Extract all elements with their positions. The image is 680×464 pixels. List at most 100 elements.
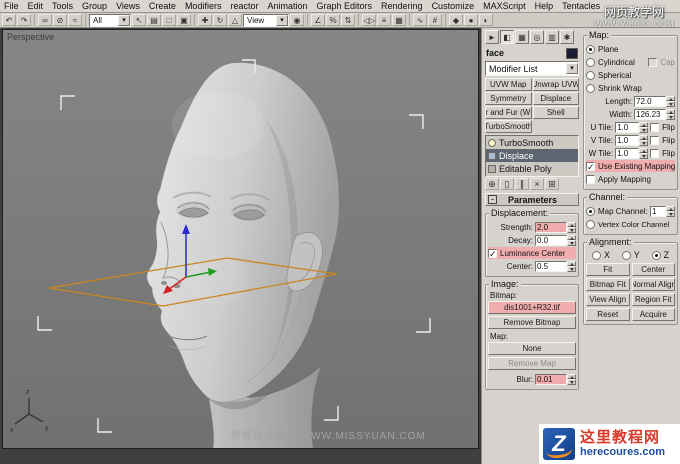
menu-customize[interactable]: Customize [432, 1, 475, 11]
unwrap-uvw-button[interactable]: Unwrap UVW [532, 78, 579, 91]
v-tile-spinner[interactable] [639, 134, 649, 146]
modify-tab-icon[interactable]: ◧ [500, 30, 514, 44]
motion-tab-icon[interactable]: ◎ [530, 30, 544, 44]
align-icon[interactable]: ≡ [377, 14, 391, 26]
create-tab-icon[interactable]: ► [485, 30, 499, 44]
turbosmooth-button[interactable]: TurboSmooth [485, 120, 532, 133]
view-align-button[interactable]: View Align [586, 293, 630, 306]
blur-spinner[interactable] [567, 373, 576, 385]
select-move-icon[interactable]: ✚ [198, 14, 212, 26]
u-tile-field[interactable]: 1.0 [615, 121, 640, 133]
v-tile-field[interactable]: 1.0 [615, 134, 640, 146]
menu-maxscript[interactable]: MAXScript [483, 1, 526, 11]
u-flip-checkbox[interactable] [650, 122, 660, 132]
acquire-button[interactable]: Acquire [631, 308, 675, 321]
redo-icon[interactable]: ↷ [17, 14, 31, 26]
coordsys-dropdown[interactable]: View ▾ [243, 13, 289, 27]
modifier-list-dropdown[interactable]: Modifier List ▾ [485, 61, 579, 76]
decay-spinner[interactable] [567, 234, 576, 246]
stack-item-turbosmooth[interactable]: TurboSmooth [486, 136, 578, 149]
pin-stack-icon[interactable]: ⊕ [485, 178, 499, 190]
menu-help[interactable]: Help [535, 1, 554, 11]
material-editor-icon[interactable]: ◆ [449, 14, 463, 26]
remove-map-button[interactable]: Remove Map [488, 357, 576, 370]
strength-spinner[interactable] [567, 221, 576, 233]
quick-render-icon[interactable]: ◐ [479, 14, 493, 26]
undo-icon[interactable]: ↶ [2, 14, 16, 26]
bitmap-fit-button[interactable]: Bitmap Fit [586, 278, 630, 291]
map-channel-radio[interactable] [586, 206, 595, 216]
select-by-name-icon[interactable]: ▤ [147, 14, 161, 26]
v-flip-checkbox[interactable] [650, 135, 660, 145]
bind-spacewarp-icon[interactable]: ≈ [68, 14, 82, 26]
selection-filter-dropdown[interactable]: All ▾ [89, 13, 131, 27]
strength-field[interactable]: 2.0 [535, 221, 567, 233]
cylindrical-radio[interactable] [586, 57, 595, 67]
plane-radio[interactable] [586, 44, 595, 54]
snap-spinner-icon[interactable]: ⇅ [341, 14, 355, 26]
menu-views[interactable]: Views [116, 1, 140, 11]
align-z-radio[interactable] [651, 250, 661, 260]
unlink-icon[interactable]: ⊘ [53, 14, 67, 26]
map-channel-field[interactable]: 1 [650, 205, 666, 217]
menu-file[interactable]: File [4, 1, 19, 11]
w-flip-checkbox[interactable] [650, 148, 660, 158]
symmetry-button[interactable]: Symmetry [485, 92, 532, 105]
menu-modifiers[interactable]: Modifiers [185, 1, 222, 11]
normal-align-button[interactable]: Normal Align [631, 278, 675, 291]
w-tile-field[interactable]: 1.0 [615, 147, 640, 159]
perspective-viewport[interactable]: Perspective x y z 思缘设计论坛 WWW.MISSYUAN.CO… [2, 29, 479, 449]
head-model[interactable] [146, 62, 340, 403]
reset-button[interactable]: Reset [586, 308, 630, 321]
blur-field[interactable]: 0.01 [535, 373, 567, 385]
select-scale-icon[interactable]: △ [228, 14, 242, 26]
shrink-wrap-radio[interactable] [586, 83, 595, 93]
decay-field[interactable]: 0.0 [535, 234, 567, 246]
region-select-icon[interactable]: □ [162, 14, 176, 26]
hair-fur-button[interactable]: er and Fur (WS [485, 106, 532, 119]
fit-button[interactable]: Fit [586, 263, 630, 276]
menu-group[interactable]: Group [82, 1, 107, 11]
curve-editor-icon[interactable]: ∿ [413, 14, 427, 26]
viewport-label[interactable]: Perspective [7, 32, 54, 42]
length-field[interactable]: 72.0 [634, 95, 666, 107]
length-spinner[interactable] [666, 95, 675, 107]
schematic-view-icon[interactable]: # [428, 14, 442, 26]
utilities-tab-icon[interactable]: ✱ [560, 30, 574, 44]
w-tile-spinner[interactable] [639, 147, 649, 159]
use-pivot-center-icon[interactable]: ◉ [290, 14, 304, 26]
map-none-button[interactable]: None [488, 342, 576, 355]
snap-percent-icon[interactable]: % [326, 14, 340, 26]
hierarchy-tab-icon[interactable]: ▦ [515, 30, 529, 44]
u-tile-spinner[interactable] [639, 121, 649, 133]
displace-button[interactable]: Displace [532, 92, 579, 105]
apply-mapping-checkbox[interactable] [586, 174, 595, 184]
menu-animation[interactable]: Animation [267, 1, 307, 11]
width-field[interactable]: 126.23 [634, 108, 666, 120]
show-end-result-icon[interactable]: ▯ [500, 178, 514, 190]
render-scene-icon[interactable]: ● [464, 14, 478, 26]
center-field[interactable]: 0.5 [535, 260, 567, 272]
select-rotate-icon[interactable]: ↻ [213, 14, 227, 26]
align-x-radio[interactable] [591, 250, 601, 260]
menu-rendering[interactable]: Rendering [381, 1, 423, 11]
align-y-radio[interactable] [621, 250, 631, 260]
vertex-color-radio[interactable] [586, 219, 595, 229]
crossing-select-icon[interactable]: ▣ [177, 14, 191, 26]
configure-modifier-sets-icon[interactable]: ⊞ [545, 178, 559, 190]
uvw-map-button[interactable]: UVW Map [485, 78, 532, 91]
stack-item-displace[interactable]: Displace [486, 149, 578, 162]
parameters-rollout-header[interactable]: - Parameters [485, 193, 579, 206]
region-fit-button[interactable]: Region Fit [631, 293, 675, 306]
remove-bitmap-button[interactable]: Remove Bitmap [488, 316, 576, 329]
lightbulb-icon[interactable] [488, 138, 496, 147]
display-tab-icon[interactable]: ▥ [545, 30, 559, 44]
stack-item-editable-poly[interactable]: Editable Poly [486, 162, 578, 175]
remove-modifier-icon[interactable]: × [530, 178, 544, 190]
make-unique-icon[interactable]: ∥ [515, 178, 529, 190]
snap-toggle-icon[interactable]: ∠ [311, 14, 325, 26]
select-object-icon[interactable]: ↖ [132, 14, 146, 26]
luminance-center-checkbox[interactable] [488, 248, 497, 258]
menu-tools[interactable]: Tools [52, 1, 73, 11]
menu-graph-editors[interactable]: Graph Editors [317, 1, 373, 11]
